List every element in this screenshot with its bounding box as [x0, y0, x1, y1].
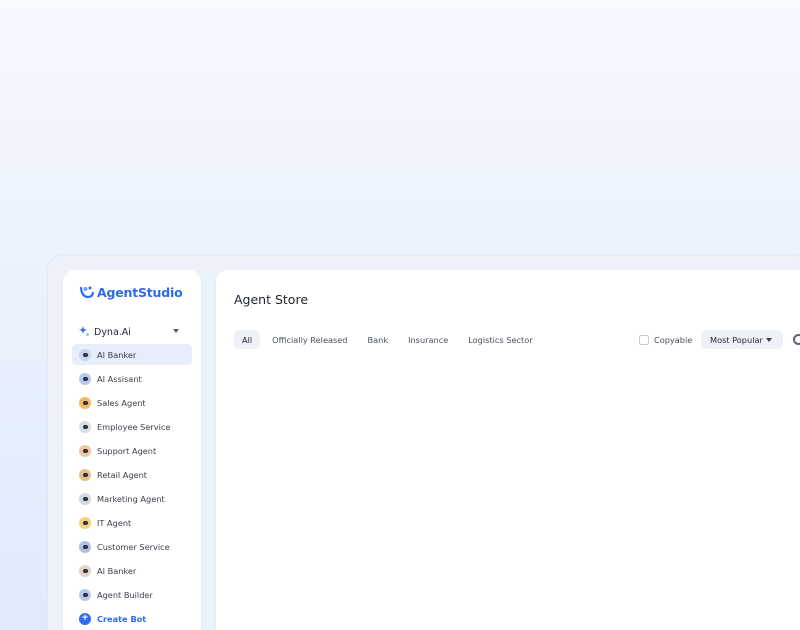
- sales-agent-avatar-icon: [79, 396, 91, 409]
- sidebar-item[interactable]: AI Assisant: [72, 368, 192, 389]
- tab-officially-released[interactable]: Officially Released: [264, 330, 355, 349]
- plus-icon: +: [79, 612, 91, 625]
- chevron-down-icon: [173, 329, 179, 333]
- sidebar-item[interactable]: Agent Builder: [72, 584, 192, 605]
- sidebar-item-label: Agent Builder: [97, 589, 153, 600]
- sidebar-item-label: Support Agent: [97, 445, 157, 456]
- sidebar-item[interactable]: Support Agent: [72, 440, 192, 461]
- brand-name: AgentStudio: [97, 285, 183, 300]
- workspace-switcher[interactable]: Dyna.Ai: [79, 324, 189, 340]
- sort-label: Most Popular: [710, 334, 763, 345]
- agent-studio-logo-icon: [79, 285, 95, 300]
- sidebar-item[interactable]: Sales Agent: [72, 392, 192, 413]
- create-bot-button[interactable]: + Create Bot: [72, 608, 192, 629]
- ai-banker-avatar-icon: [79, 348, 91, 361]
- sidebar-item[interactable]: Marketing Agent: [72, 488, 192, 509]
- category-tabs: All Officially Released Bank Insurance L…: [234, 330, 545, 349]
- page-title: Agent Store: [234, 292, 309, 307]
- sidebar-item[interactable]: AI Banker: [72, 560, 192, 581]
- copyable-checkbox[interactable]: [639, 335, 649, 345]
- sidebar-item-label: Employee Service: [97, 421, 171, 432]
- agent-builder-avatar-icon: [79, 588, 91, 601]
- logo[interactable]: AgentStudio: [79, 285, 183, 300]
- tab-insurance[interactable]: Insurance: [400, 330, 456, 349]
- main-panel: Agent Store All Officially Released Bank…: [216, 270, 800, 630]
- retail-agent-avatar-icon: [79, 468, 91, 481]
- ai-assistant-avatar-icon: [79, 372, 91, 385]
- sidebar: AgentStudio Dyna.Ai AI Banker AI Assisan…: [63, 270, 201, 630]
- sparkle-icon: [79, 325, 89, 339]
- employee-service-avatar-icon: [79, 420, 91, 433]
- sidebar-item-label: Marketing Agent: [97, 493, 165, 504]
- sidebar-item-label: Customer Service: [97, 541, 170, 552]
- copyable-filter[interactable]: Copyable: [639, 335, 692, 345]
- sidebar-item-label: Retail Agent: [97, 469, 147, 480]
- tab-all[interactable]: All: [234, 330, 261, 349]
- filter-icon[interactable]: [793, 334, 800, 345]
- create-bot-label: Create Bot: [97, 613, 147, 624]
- sidebar-item-label: AI Assisant: [97, 373, 142, 384]
- sidebar-item[interactable]: Customer Service: [72, 536, 192, 557]
- support-agent-avatar-icon: [79, 444, 91, 457]
- sidebar-item-label: AI Banker: [97, 349, 137, 360]
- sidebar-item[interactable]: AI Banker: [72, 344, 192, 365]
- sidebar-item-label: IT Agent: [97, 517, 132, 528]
- sidebar-item[interactable]: IT Agent: [72, 512, 192, 533]
- sort-select[interactable]: Most Popular: [701, 330, 783, 349]
- sidebar-item[interactable]: Retail Agent: [72, 464, 192, 485]
- customer-service-avatar-icon: [79, 540, 91, 553]
- marketing-agent-avatar-icon: [79, 492, 91, 505]
- sidebar-item[interactable]: Employee Service: [72, 416, 192, 437]
- tab-logistics-sector[interactable]: Logistics Sector: [460, 330, 540, 349]
- workspace-name: Dyna.Ai: [94, 326, 131, 338]
- sidebar-nav: AI Banker AI Assisant Sales Agent Employ…: [72, 344, 192, 630]
- sidebar-item-label: Sales Agent: [97, 397, 146, 408]
- it-agent-avatar-icon: [79, 516, 91, 529]
- sidebar-item-label: AI Banker: [97, 565, 137, 576]
- copyable-label: Copyable: [654, 335, 693, 345]
- tab-bank[interactable]: Bank: [360, 330, 397, 349]
- chevron-down-icon: [766, 338, 772, 342]
- ai-banker-avatar-icon: [79, 564, 91, 577]
